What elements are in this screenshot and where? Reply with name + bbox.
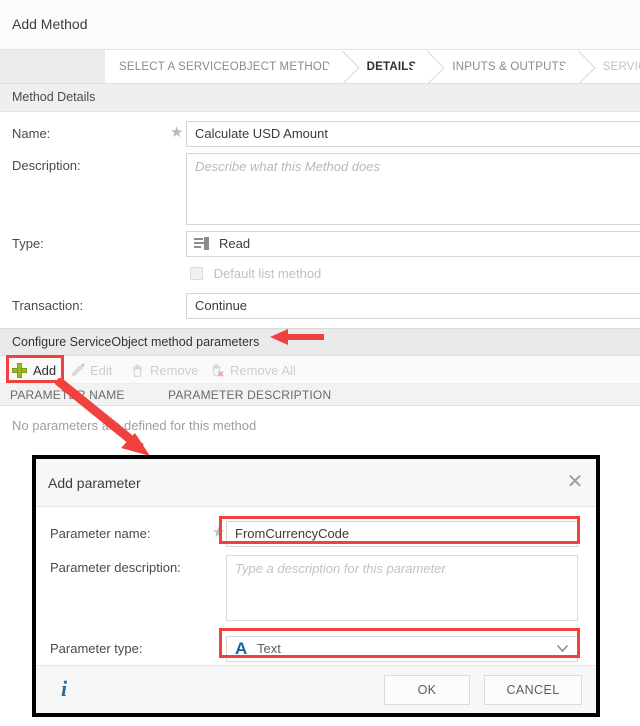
add-button-label: Add (33, 363, 57, 378)
add-parameter-button[interactable]: Add (12, 360, 56, 381)
trash-x-icon (212, 364, 224, 377)
plus-icon (12, 363, 27, 378)
wizard-step-serviceobject[interactable]: SERVICEOBJECT (588, 50, 640, 83)
type-row: Type: Read (0, 231, 640, 257)
description-row: Description: Describe what this Method d… (0, 153, 640, 225)
add-parameter-dialog: Add parameter ✕ Parameter name: ★ FromCu… (32, 455, 600, 717)
default-list-method-row[interactable]: Default list method (190, 266, 321, 281)
wizard-step-inputs-outputs[interactable]: INPUTS & OUTPUTS (438, 50, 589, 83)
description-textarea[interactable]: Describe what this Method does (186, 153, 640, 225)
chevron-down-icon (557, 645, 568, 652)
diagonal-arrow-annotation (55, 378, 150, 456)
info-icon[interactable]: i (54, 676, 74, 702)
remove-button-label: Remove (150, 363, 199, 378)
wizard-step-label: INPUTS & OUTPUTS (452, 60, 567, 73)
transaction-label: Transaction: (12, 298, 84, 313)
wizard-steps: SELECT A SERVICEOBJECT METHOD DETAILS IN… (105, 50, 640, 83)
dialog-title-bar: Add parameter ✕ (36, 459, 596, 507)
name-label: Name: (12, 126, 51, 141)
parameter-name-input[interactable]: FromCurrencyCode (226, 521, 578, 547)
wizard-step-select-serviceobject-method[interactable]: SELECT A SERVICEOBJECT METHOD (105, 50, 353, 83)
transaction-row: Transaction: Continue (0, 293, 640, 319)
default-list-method-checkbox[interactable] (190, 267, 203, 280)
name-required-star: ★ (170, 124, 184, 141)
remove-all-parameters-button: Remove All (210, 360, 296, 381)
transaction-select[interactable]: Continue (186, 293, 640, 319)
wizard-step-label: DETAILS (366, 60, 417, 73)
read-list-icon (194, 237, 209, 250)
type-select[interactable]: Read (186, 231, 640, 257)
window-title: Add Method (12, 16, 88, 32)
name-input[interactable]: Calculate USD Amount (186, 121, 640, 147)
parameter-name-required-star: ★ (212, 524, 226, 541)
pencil-icon (71, 363, 85, 376)
wizard-breadcrumb-bar: SELECT A SERVICEOBJECT METHOD DETAILS IN… (0, 50, 640, 84)
wizard-step-details[interactable]: DETAILS (352, 50, 439, 83)
method-details-section-header: Method Details (0, 84, 640, 112)
dialog-footer: i OK CANCEL (36, 665, 596, 713)
description-label: Description: (12, 158, 81, 173)
dialog-title: Add parameter (48, 475, 141, 491)
column-header-parameter-description: PARAMETER DESCRIPTION (168, 388, 332, 402)
parameter-name-label: Parameter name: (50, 526, 151, 541)
parameter-description-label: Parameter description: (50, 560, 181, 575)
dialog-body: Parameter name: ★ FromCurrencyCode Param… (36, 507, 596, 673)
parameter-type-select[interactable]: A Text (226, 636, 578, 662)
method-details-form: Name: ★ Calculate USD Amount Description… (0, 112, 640, 328)
parameter-type-label: Parameter type: (50, 641, 143, 656)
parameter-type-value: Text (257, 641, 281, 656)
edit-button-label: Edit (90, 363, 113, 378)
close-icon[interactable]: ✕ (564, 472, 586, 494)
name-row: Name: ★ Calculate USD Amount (0, 121, 640, 147)
parameter-description-textarea[interactable]: Type a description for this parameter (226, 555, 578, 621)
left-arrow-annotation (270, 329, 324, 345)
type-label: Type: (12, 236, 44, 251)
wizard-step-label: SERVICEOBJECT (602, 60, 640, 73)
trash-icon (133, 364, 142, 377)
ok-button[interactable]: OK (384, 675, 470, 705)
wizard-step-label: SELECT A SERVICEOBJECT METHOD (119, 60, 331, 73)
cancel-button[interactable]: CANCEL (484, 675, 582, 705)
remove-all-button-label: Remove All (230, 363, 296, 378)
window-title-bar: Add Method (0, 0, 640, 50)
text-type-icon: A (235, 639, 248, 658)
default-list-method-label: Default list method (213, 266, 322, 281)
